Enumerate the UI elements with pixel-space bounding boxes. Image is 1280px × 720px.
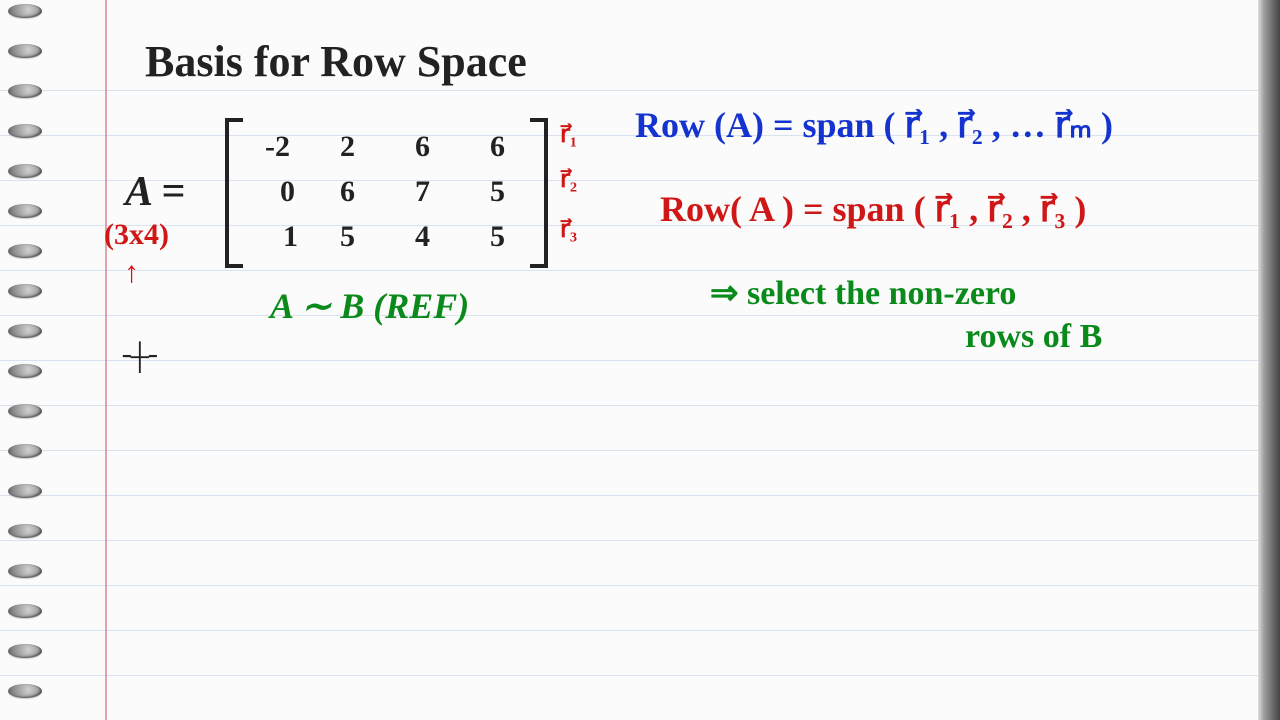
notebook-page: Basis for Row Space A = (3x4) ↑ -2 2 6 6… bbox=[0, 0, 1280, 720]
matrix-cell: 1 bbox=[283, 220, 298, 254]
matrix-cell: 5 bbox=[340, 220, 355, 254]
matrix-left-bracket-icon bbox=[225, 118, 243, 268]
matrix-right-bracket-icon bbox=[530, 118, 548, 268]
page-right-edge bbox=[1258, 0, 1280, 720]
matrix-dimensions: (3x4) bbox=[104, 218, 169, 252]
ref-instruction-line1: ⇒ select the non-zero bbox=[710, 273, 1016, 313]
row-vector-label: r⃗₃ bbox=[560, 215, 577, 244]
matrix-cell: 6 bbox=[490, 130, 505, 164]
matrix-cell: 0 bbox=[280, 175, 295, 209]
arrow-up-icon: ↑ bbox=[124, 256, 139, 290]
row-vector-label: r⃗₁ bbox=[560, 120, 577, 149]
row-space-specific-formula: Row( A ) = span ( r⃗₁ , r⃗₂ , r⃗₃ ) bbox=[660, 188, 1086, 230]
matrix-label-A-equals: A = bbox=[125, 168, 185, 216]
matrix-cell: 4 bbox=[415, 220, 430, 254]
margin-line bbox=[105, 0, 107, 720]
matrix-cell: -2 bbox=[265, 130, 290, 164]
pen-cursor-icon: ╶┼╴ bbox=[115, 352, 165, 362]
matrix-cell: 7 bbox=[415, 175, 430, 209]
matrix-cell: 5 bbox=[490, 175, 505, 209]
ref-instruction-line2: rows of B bbox=[965, 318, 1102, 356]
ref-equivalence: A ∼ B (REF) bbox=[270, 285, 469, 327]
matrix-cell: 5 bbox=[490, 220, 505, 254]
page-title: Basis for Row Space bbox=[145, 36, 527, 87]
matrix-cell: 2 bbox=[340, 130, 355, 164]
row-vector-label: r⃗₂ bbox=[560, 165, 577, 194]
matrix-cell: 6 bbox=[340, 175, 355, 209]
row-space-general-formula: Row (A) = span ( r⃗₁ , r⃗₂ , … r⃗ₘ ) bbox=[635, 104, 1113, 146]
spiral-binding bbox=[0, 0, 50, 720]
matrix-cell: 6 bbox=[415, 130, 430, 164]
